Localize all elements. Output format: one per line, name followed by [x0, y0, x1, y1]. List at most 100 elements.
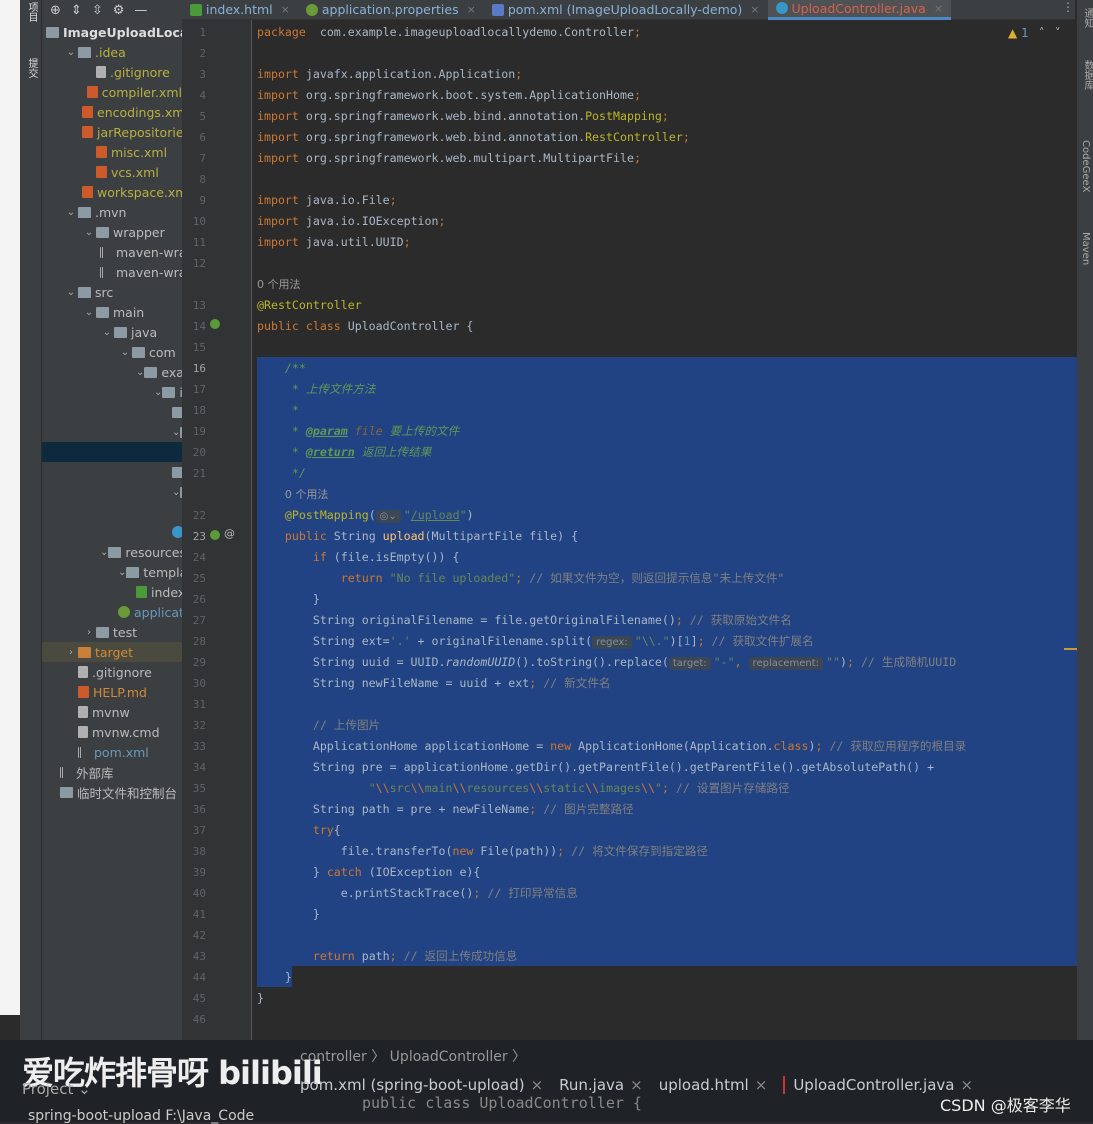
tree-item[interactable]: ⌄ main — [42, 302, 182, 322]
tree-item[interactable]: misc.xml — [42, 142, 182, 162]
close-icon[interactable]: × — [467, 3, 476, 16]
endpoint-icon[interactable] — [210, 530, 220, 540]
chevron-down-icon[interactable]: ⌄ — [82, 307, 96, 318]
code-line[interactable]: import org.springframework.web.bind.anno… — [257, 106, 669, 127]
warning-stripe-marker[interactable] — [1064, 648, 1077, 650]
tree-item[interactable]: vcs.xml — [42, 162, 182, 182]
expand-all-icon[interactable]: ⇕ — [71, 3, 82, 18]
code-line[interactable]: String uuid = UUID.randomUUID().toString… — [257, 652, 956, 673]
tree-item[interactable]: ⌄ com — [42, 342, 182, 362]
close-icon[interactable]: × — [750, 3, 759, 16]
code-line[interactable]: * 上传文件方法 — [257, 379, 376, 400]
chevron-down-icon[interactable]: ⌄ — [100, 327, 114, 338]
tree-item[interactable]: ImageUploadLocally — [42, 22, 182, 42]
code-line[interactable]: "\\src\\main\\resources\\static\\images\… — [257, 778, 790, 799]
spring-bean-icon[interactable] — [210, 319, 220, 329]
code-line[interactable]: String ext='.' + originalFilename.split(… — [257, 631, 814, 652]
code-line[interactable]: file.transferTo(new File(path)); // 将文件保… — [257, 841, 708, 862]
chevron-down-icon[interactable]: ⌄ — [64, 47, 78, 58]
code-line[interactable]: import org.springframework.boot.system.A… — [257, 85, 641, 106]
code-line[interactable]: import java.io.IOException; — [257, 211, 445, 232]
prev-highlight-icon[interactable]: ˄ — [1039, 26, 1045, 40]
locate-icon[interactable]: ⊕ — [50, 3, 61, 18]
tree-item[interactable]: pom.xml — [42, 742, 182, 762]
code-line[interactable]: * @param file 要上传的文件 — [257, 421, 459, 442]
code-line[interactable]: // 上传图片 — [257, 715, 380, 736]
tab-pom[interactable]: pom.xml (ImageUploadLocally-demo) × — [484, 0, 768, 20]
tree-item[interactable]: applicat — [42, 602, 182, 622]
close-icon[interactable]: × — [934, 2, 943, 15]
code-line[interactable]: e.printStackTrace(); // 打印异常信息 — [257, 883, 578, 904]
code-line[interactable]: } — [257, 967, 292, 988]
tree-item[interactable]: ⌄ java — [42, 322, 182, 342]
code-line[interactable]: String path = pre + newFileName; // 图片完整… — [257, 799, 634, 820]
code-line[interactable]: import java.io.File; — [257, 190, 397, 211]
notifications-tool[interactable]: 通知 — [1080, 8, 1093, 28]
next-highlight-icon[interactable]: ˅ — [1055, 26, 1061, 40]
maven-tool[interactable]: Maven — [1080, 232, 1091, 265]
code-line[interactable]: } catch (IOException e){ — [257, 862, 481, 883]
code-line[interactable]: @PostMapping(◎⌄ "/upload") — [257, 505, 474, 526]
codegeex-tool[interactable]: CodeGeeX — [1080, 140, 1091, 193]
tab-uploadcontroller[interactable]: UploadController.java × — [767, 0, 952, 20]
tree-item[interactable]: ⌄ exam — [42, 362, 182, 382]
tree-item[interactable]: maven-wra — [42, 262, 182, 282]
tree-item[interactable] — [42, 402, 182, 422]
collapse-all-icon[interactable]: ⇳ — [92, 3, 103, 18]
code-line[interactable]: import org.springframework.web.bind.anno… — [257, 127, 690, 148]
tree-item[interactable]: ⌄ .mvn — [42, 202, 182, 222]
tree-item[interactable]: ⌄ .idea — [42, 42, 182, 62]
gear-icon[interactable]: ⚙ — [113, 3, 125, 18]
code-line[interactable]: package com.example.imageuploadlocallyde… — [257, 22, 641, 43]
code-line[interactable]: if (file.isEmpty()) { — [257, 547, 460, 568]
tree-item[interactable]: › test — [42, 622, 182, 642]
code-line[interactable]: } — [257, 988, 264, 1009]
chevron-down-icon[interactable]: ⌄ — [118, 567, 126, 578]
code-line[interactable]: import java.util.UUID; — [257, 232, 411, 253]
code-line[interactable]: import javafx.application.Application; — [257, 64, 522, 85]
tree-item[interactable] — [42, 522, 182, 542]
tree-item[interactable]: 临时文件和控制台 — [42, 782, 182, 802]
code-line[interactable]: String newFileName = uuid + ext; // 新文件名 — [257, 673, 611, 694]
code-line[interactable]: public String upload(MultipartFile file)… — [257, 526, 578, 547]
code-line[interactable]: String originalFilename = file.getOrigin… — [257, 610, 792, 631]
tree-item[interactable]: .gitignore — [42, 662, 182, 682]
tree-item[interactable] — [42, 442, 182, 462]
code-line[interactable]: * — [257, 400, 299, 421]
commit-tool-button[interactable]: 提交 — [24, 58, 39, 78]
inspection-widget[interactable]: ▲ 1 ˄ ˅ — [1008, 26, 1061, 40]
usage-hint[interactable]: 0 个用法 — [285, 488, 329, 501]
tab-application[interactable]: application.properties × — [298, 0, 484, 20]
code-line[interactable]: import org.springframework.web.multipart… — [257, 148, 641, 169]
usage-hint[interactable]: 0 个用法 — [257, 278, 301, 291]
tree-item[interactable]: HELP.md — [42, 682, 182, 702]
tree-item[interactable]: index — [42, 582, 182, 602]
tree-item[interactable]: ⌄ wrapper — [42, 222, 182, 242]
chevron-down-icon[interactable]: ⌄ — [136, 367, 144, 378]
chevron-right-icon[interactable]: › — [82, 627, 96, 638]
code-line[interactable]: /** — [257, 358, 306, 379]
code-line[interactable]: public class UploadController { — [257, 316, 473, 337]
chevron-down-icon[interactable]: ⌄ — [172, 487, 180, 498]
more-tabs-icon[interactable]: ⋮ — [1062, 0, 1074, 14]
tree-item[interactable]: encodings.xml — [42, 102, 182, 122]
chevron-down-icon[interactable]: ⌄ — [100, 547, 108, 558]
code-line[interactable]: */ — [257, 463, 306, 484]
code-line[interactable]: @RestController — [257, 295, 362, 316]
tree-item[interactable] — [42, 502, 182, 522]
code-line[interactable]: return "No file uploaded"; // 如果文件为空，则返回… — [257, 568, 785, 589]
tree-item[interactable]: compiler.xml — [42, 82, 182, 102]
chevron-down-icon[interactable]: ⌄ — [64, 287, 78, 298]
tree-item[interactable]: mvnw.cmd — [42, 722, 182, 742]
code-line[interactable]: * @return 返回上传结果 — [257, 442, 431, 463]
database-tool[interactable]: 数据库 — [1080, 60, 1093, 90]
tree-item[interactable]: ⌄ template — [42, 562, 182, 582]
tree-item[interactable]: ⌄ src — [42, 282, 182, 302]
tree-item[interactable]: ⌄im — [42, 382, 182, 402]
code-line[interactable]: ApplicationHome applicationHome = new Ap… — [257, 736, 966, 757]
close-icon[interactable]: × — [281, 3, 290, 16]
tree-item[interactable]: jarRepositorie — [42, 122, 182, 142]
minimize-icon[interactable]: — — [134, 3, 147, 18]
tab-index[interactable]: index.html × — [182, 0, 298, 20]
at-icon[interactable]: @ — [224, 527, 235, 540]
